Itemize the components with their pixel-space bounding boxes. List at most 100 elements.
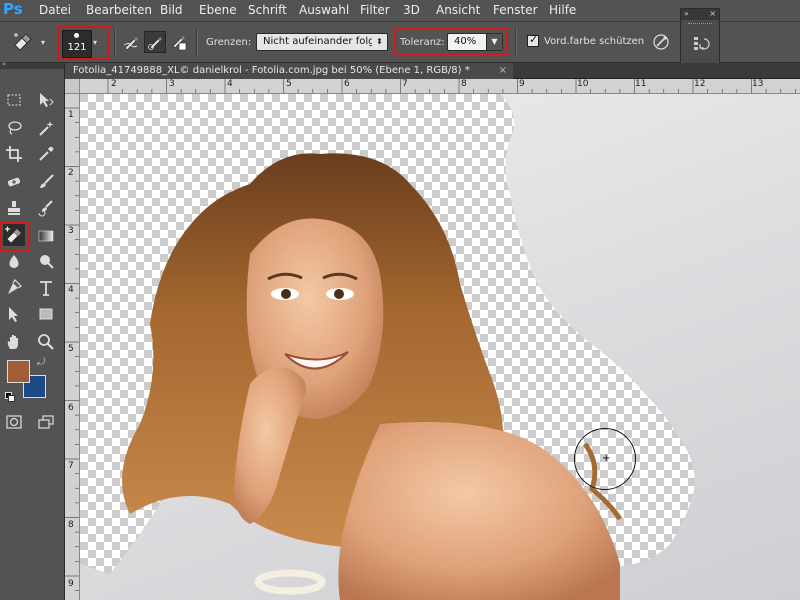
ruler-label: 5: [286, 79, 292, 89]
pressure-size-button[interactable]: [650, 31, 672, 53]
tool-brush[interactable]: [35, 171, 57, 193]
background-eraser-icon: [5, 226, 21, 244]
sampling-once-button[interactable]: [144, 31, 166, 53]
collapse-arrows-icon[interactable]: »: [2, 60, 6, 68]
tools-panel: » ⤾: [0, 60, 65, 600]
horizontal-ruler[interactable]: 2 3 4 5 6 7 8 9 10 11 12 13: [80, 79, 800, 94]
screen-mode-button[interactable]: [35, 411, 57, 433]
collapse-arrows-icon[interactable]: »: [684, 9, 689, 18]
tools-panel-header: »: [0, 60, 64, 69]
path-selection-icon: [9, 307, 18, 322]
menu-hilfe[interactable]: Hilfe: [549, 0, 576, 22]
tool-lasso[interactable]: [3, 117, 25, 139]
tool-rectangle[interactable]: [35, 303, 57, 325]
tool-hand[interactable]: [3, 331, 25, 353]
tool-background-eraser[interactable]: [3, 224, 25, 246]
ruler-label: 8: [461, 79, 467, 89]
move-icon: [40, 93, 54, 107]
ruler-label: 1: [68, 110, 74, 120]
history-mini-panel: » ×: [680, 8, 720, 64]
type-icon: [40, 281, 52, 296]
sampling-background-swatch-button[interactable]: [168, 31, 190, 53]
foreground-color-swatch[interactable]: [7, 360, 30, 383]
mini-panel-header: » ×: [681, 9, 719, 20]
tool-eyedropper[interactable]: [35, 143, 57, 165]
ruler-label: 6: [68, 403, 74, 413]
separator: [114, 28, 116, 56]
tool-preset-picker[interactable]: [12, 30, 34, 52]
menu-schrift[interactable]: Schrift: [248, 0, 287, 22]
magic-wand-icon: [39, 121, 54, 136]
menu-bild[interactable]: Bild: [160, 0, 183, 22]
tool-path-selection[interactable]: [3, 303, 25, 325]
ruler-label: 12: [694, 79, 706, 89]
panel-grip[interactable]: [688, 23, 712, 26]
close-tab-icon[interactable]: ×: [499, 63, 507, 78]
document-tab[interactable]: Fotolia_41749888_XL© danielkrol - Fotoli…: [65, 63, 513, 79]
rectangle-shape-icon: [39, 308, 53, 320]
default-colors-icon[interactable]: [5, 392, 15, 402]
document-tab-title: Fotolia_41749888_XL© danielkrol - Fotoli…: [73, 65, 470, 76]
tool-pen[interactable]: [3, 277, 25, 299]
pen-icon: [8, 279, 22, 294]
clone-stamp-icon: [8, 201, 20, 215]
tool-clone-stamp[interactable]: [3, 197, 25, 219]
document-canvas[interactable]: +: [80, 94, 800, 600]
tool-magic-wand[interactable]: [35, 117, 57, 139]
document-tab-bar: Fotolia_41749888_XL© danielkrol - Fotoli…: [65, 63, 800, 79]
protect-foreground-label: Vord.farbe schützen: [544, 36, 645, 47]
tool-type[interactable]: [35, 277, 57, 299]
brush-size-picker[interactable]: 121: [62, 30, 92, 58]
ruler-label: 2: [111, 79, 117, 89]
limits-select[interactable]: Nicht aufeinander folg. ⬍: [256, 33, 388, 51]
close-icon[interactable]: ×: [709, 9, 716, 19]
menu-fenster[interactable]: Fenster: [493, 0, 538, 22]
ruler-label: 9: [519, 79, 525, 89]
photoshop-logo: Ps: [3, 0, 23, 18]
ruler-label: 5: [68, 344, 74, 354]
swap-colors-icon[interactable]: ⤾: [37, 357, 45, 368]
history-panel-button[interactable]: [690, 33, 712, 55]
tool-crop[interactable]: [3, 143, 25, 165]
ruler-origin[interactable]: [65, 79, 80, 94]
tool-healing-brush[interactable]: [3, 171, 25, 193]
healing-brush-icon: [7, 177, 21, 187]
menu-filter[interactable]: Filter: [360, 0, 390, 22]
sampling-continuous-button[interactable]: [120, 31, 142, 53]
tool-marquee[interactable]: [3, 89, 25, 111]
tool-history-brush[interactable]: [35, 197, 57, 219]
menu-ansicht[interactable]: Ansicht: [436, 0, 480, 22]
menu-datei[interactable]: Datei: [39, 0, 71, 22]
limits-label: Grenzen:: [206, 37, 252, 48]
tolerance-label: Toleranz:: [400, 37, 445, 48]
horizontal-ruler-ticks: [107, 79, 796, 93]
ruler-label: 7: [402, 79, 408, 89]
gradient-icon: [38, 230, 54, 242]
menu-bearbeiten[interactable]: Bearbeiten: [86, 0, 152, 22]
background-eraser-icon: [14, 33, 32, 51]
zoom-icon: [38, 334, 54, 350]
chevron-down-icon[interactable]: ▼: [486, 34, 502, 50]
tool-move[interactable]: [35, 89, 57, 111]
quick-mask-button[interactable]: [3, 411, 25, 433]
menu-ebene[interactable]: Ebene: [199, 0, 237, 22]
tolerance-input[interactable]: 40% ▼: [447, 33, 503, 51]
sampling-continuous-icon: [123, 37, 138, 51]
history-brush-icon: [38, 200, 53, 217]
preset-dropdown-arrow[interactable]: ▾: [41, 38, 45, 47]
limits-select-value: Nicht aufeinander folg.: [263, 36, 378, 47]
ruler-label: 6: [344, 79, 350, 89]
quick-mask-icon: [6, 415, 22, 429]
sampling-background-icon: [172, 36, 187, 51]
brush-size-dropdown-arrow[interactable]: ▾: [93, 38, 97, 47]
ruler-label: 10: [577, 79, 589, 89]
tool-zoom[interactable]: [35, 331, 57, 353]
tool-gradient[interactable]: [35, 225, 57, 247]
menu-3d[interactable]: 3D: [403, 0, 420, 22]
menu-auswahl[interactable]: Auswahl: [299, 0, 349, 22]
tool-blur[interactable]: [3, 251, 25, 273]
protect-foreground-checkbox[interactable]: ✓: [527, 33, 539, 47]
bracelet: [254, 569, 326, 595]
tool-dodge[interactable]: [35, 251, 57, 273]
vertical-ruler[interactable]: 1 2 3 4 5 6 7 8 9: [65, 94, 80, 600]
